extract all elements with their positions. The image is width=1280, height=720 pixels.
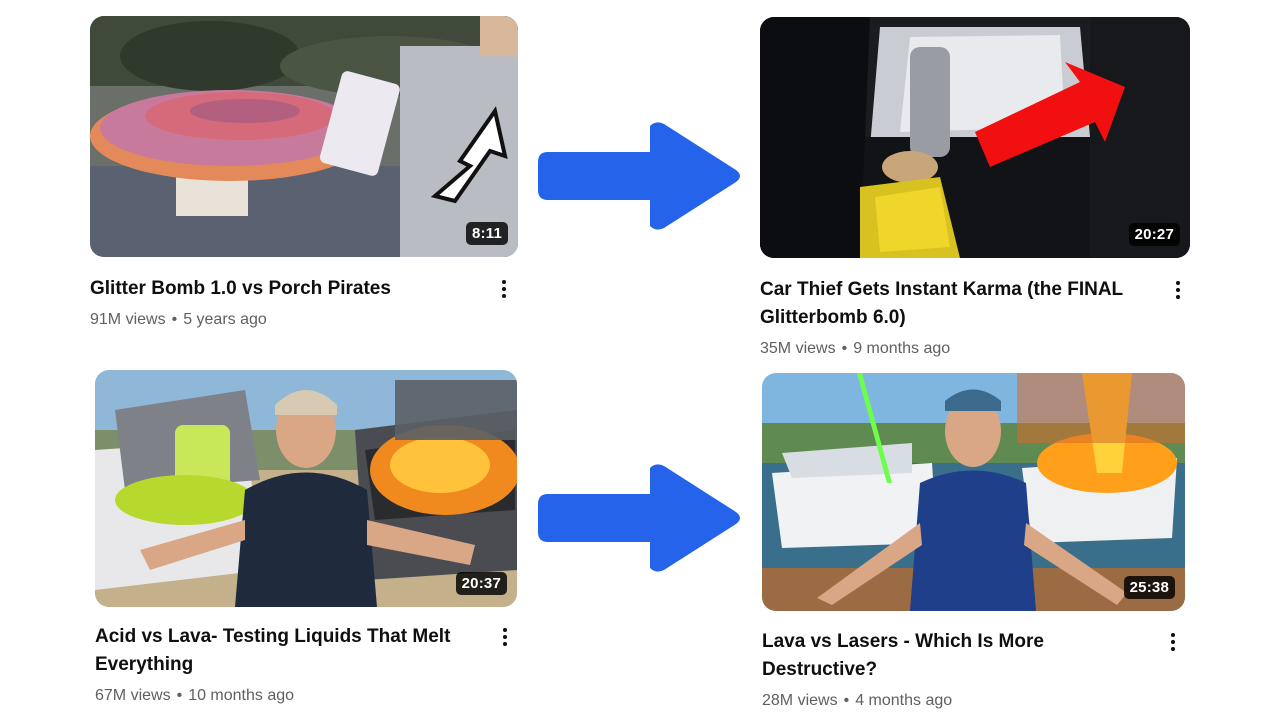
view-count: 28M views (762, 692, 838, 709)
video-duration: 8:11 (466, 222, 508, 245)
video-title[interactable]: Glitter Bomb 1.0 vs Porch Pirates (90, 275, 460, 303)
video-thumbnail[interactable]: 20:37 (95, 370, 517, 607)
video-card[interactable]: 20:37 Acid vs Lava- Testing Liquids That… (95, 370, 517, 706)
video-thumbnail[interactable]: 8:11 (90, 16, 518, 257)
video-card[interactable]: 20:27 Car Thief Gets Instant Karma (the … (760, 17, 1190, 359)
view-count: 35M views (760, 340, 836, 357)
more-vert-icon[interactable] (492, 275, 516, 303)
separator: • (171, 311, 178, 328)
right-arrow-icon (538, 464, 740, 572)
video-card[interactable]: 25:38 Lava vs Lasers - Which Is More Des… (762, 373, 1185, 711)
thumbnail-image (90, 16, 518, 257)
separator: • (843, 692, 850, 709)
thumbnail-image (95, 370, 517, 607)
video-title[interactable]: Lava vs Lasers - Which Is More Destructi… (762, 628, 1157, 684)
video-duration: 25:38 (1123, 576, 1175, 599)
video-thumbnail[interactable]: 20:27 (760, 17, 1190, 258)
video-stats: 67M views • 10 months ago (95, 686, 517, 706)
thumbnail-image (762, 373, 1185, 611)
separator: • (841, 340, 848, 357)
more-vert-icon[interactable] (493, 623, 517, 651)
video-stats: 35M views • 9 months ago (760, 339, 1190, 359)
video-thumbnail[interactable]: 25:38 (762, 373, 1185, 611)
video-title[interactable]: Car Thief Gets Instant Karma (the FINAL … (760, 276, 1130, 332)
view-count: 91M views (90, 311, 166, 328)
video-duration: 20:37 (455, 572, 507, 595)
separator: • (176, 687, 183, 704)
thumbnail-image (760, 17, 1190, 258)
upload-age: 4 months ago (855, 692, 953, 709)
more-vert-icon[interactable] (1161, 628, 1185, 656)
upload-age: 5 years ago (183, 311, 267, 328)
video-duration: 20:27 (1128, 223, 1180, 246)
video-stats: 28M views • 4 months ago (762, 691, 1185, 711)
more-vert-icon[interactable] (1166, 276, 1190, 304)
view-count: 67M views (95, 687, 171, 704)
video-stats: 91M views • 5 years ago (90, 310, 518, 330)
video-title[interactable]: Acid vs Lava- Testing Liquids That Melt … (95, 623, 455, 679)
video-card[interactable]: 8:11 Glitter Bomb 1.0 vs Porch Pirates 9… (90, 16, 518, 330)
right-arrow-icon (538, 122, 740, 230)
upload-age: 9 months ago (853, 340, 951, 357)
upload-age: 10 months ago (188, 687, 295, 704)
